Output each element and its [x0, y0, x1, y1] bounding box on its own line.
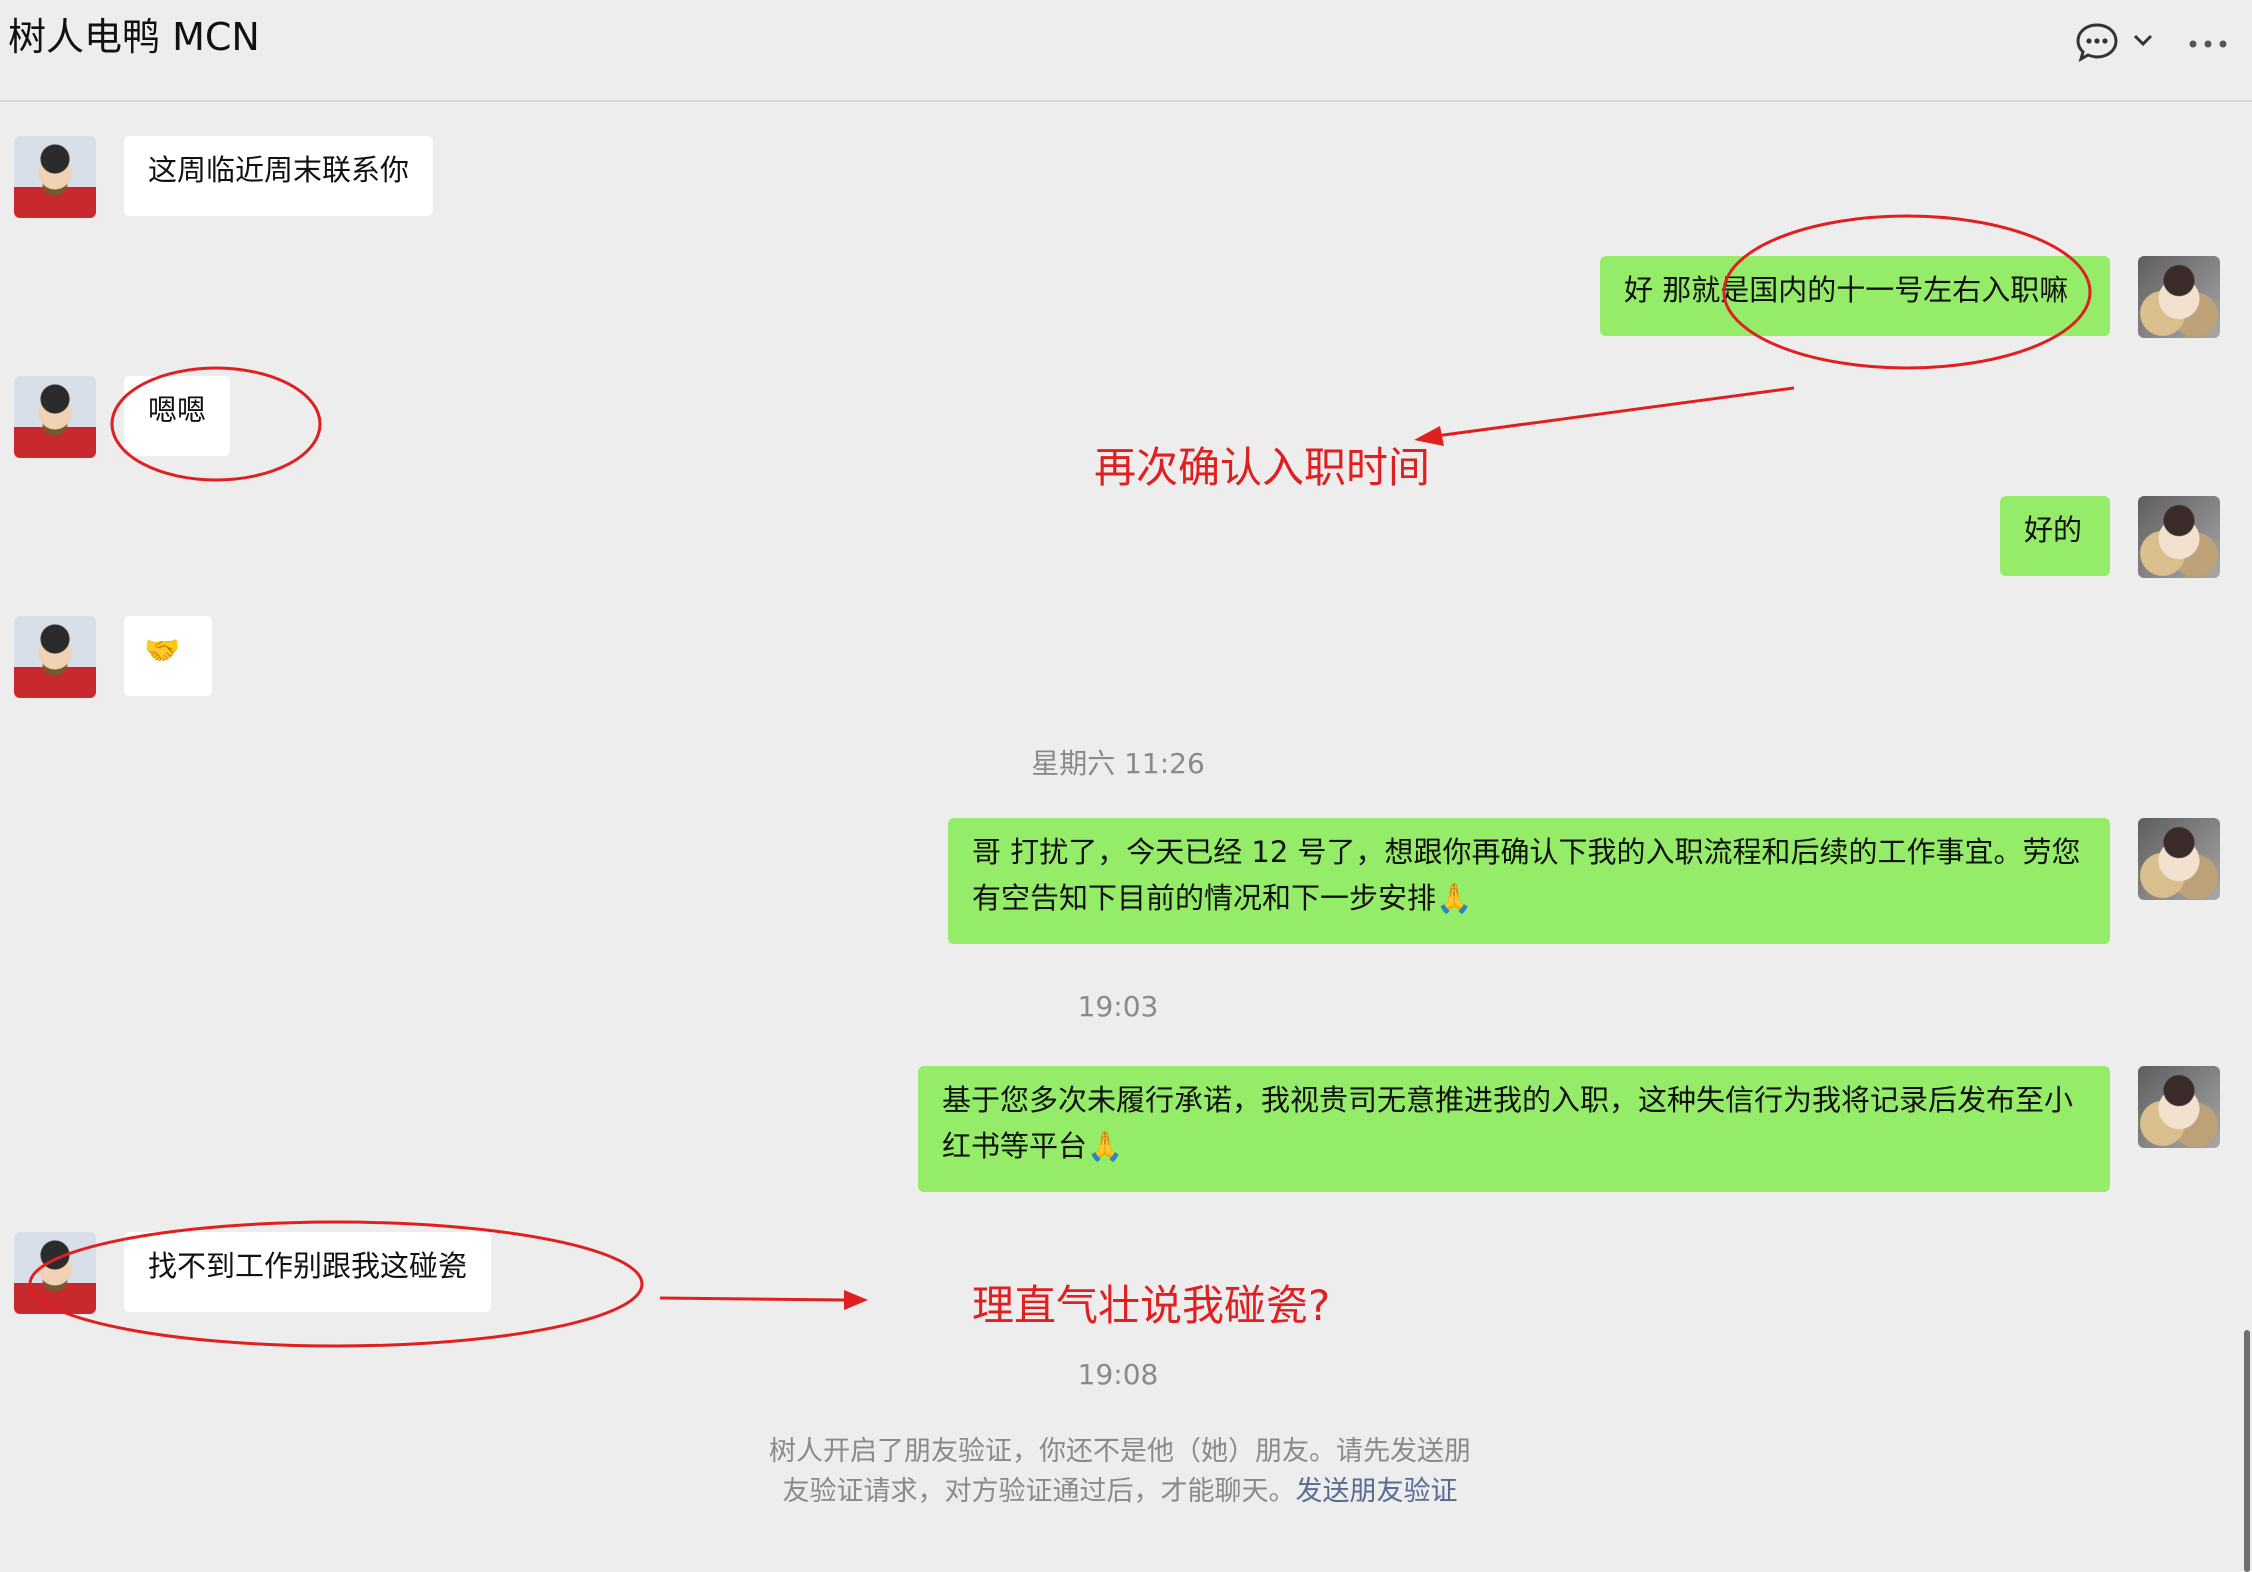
my-avatar[interactable] [2138, 818, 2220, 900]
annotation-arrow [1414, 386, 1795, 446]
timestamp: 19:08 [1077, 1358, 1159, 1391]
message-bubble-sent: 好的 [2000, 496, 2110, 576]
contact-avatar[interactable] [14, 1232, 96, 1314]
my-avatar[interactable] [2138, 256, 2220, 338]
chevron-down-icon[interactable] [2132, 32, 2154, 52]
message-bubble-sent: 基于您多次未履行承诺，我视贵司无意推进我的入职，这种失信行为我将记录后发布至小红… [918, 1066, 2110, 1192]
annotation-overlay [28, 214, 2092, 1348]
message-bubble-received: 找不到工作别跟我这碰瓷 [124, 1232, 492, 1312]
message-bubble-sent: 哥 打扰了，今天已经 12 号了，想跟你再确认下我的入职流程和后续的工作事宜。劳… [948, 818, 2110, 944]
timestamp: 19:03 [1077, 990, 1159, 1023]
contact-avatar[interactable] [14, 616, 96, 698]
annotation-confirm-time: 再次确认入职时间 [1094, 443, 1431, 492]
scrollbar[interactable] [2244, 1330, 2250, 1572]
annotation-arrow [659, 1290, 868, 1310]
message-bubble-received: 🤝 [124, 616, 212, 696]
send-verification-link[interactable]: 发送朋友验证 [1296, 1476, 1458, 1507]
more-icon[interactable] [2188, 34, 2228, 53]
message-bubble-received: 嗯嗯 [124, 376, 231, 456]
chat-bubble-icon[interactable] [2075, 22, 2119, 66]
my-avatar[interactable] [2138, 1066, 2220, 1148]
timestamp: 星期六 11:26 [1031, 747, 1205, 780]
contact-avatar[interactable] [14, 136, 96, 218]
message-bubble-sent: 好 那就是国内的十一号左右入职嘛 [1600, 256, 2110, 336]
message-bubble-received: 这周临近周末联系你 [124, 136, 434, 216]
contact-avatar[interactable] [14, 376, 96, 458]
annotation-scam-question: 理直气壮说我碰瓷? [972, 1281, 1331, 1330]
my-avatar[interactable] [2138, 496, 2220, 578]
chat-header: 树人电鸭 MCN [0, 0, 2252, 102]
friend-verification-notice: 树人开启了朋友验证，你还不是他（她）朋友。请先发送朋友验证请求，对方验证通过后，… [760, 1432, 1480, 1512]
chat-title: 树人电鸭 MCN [8, 15, 260, 59]
